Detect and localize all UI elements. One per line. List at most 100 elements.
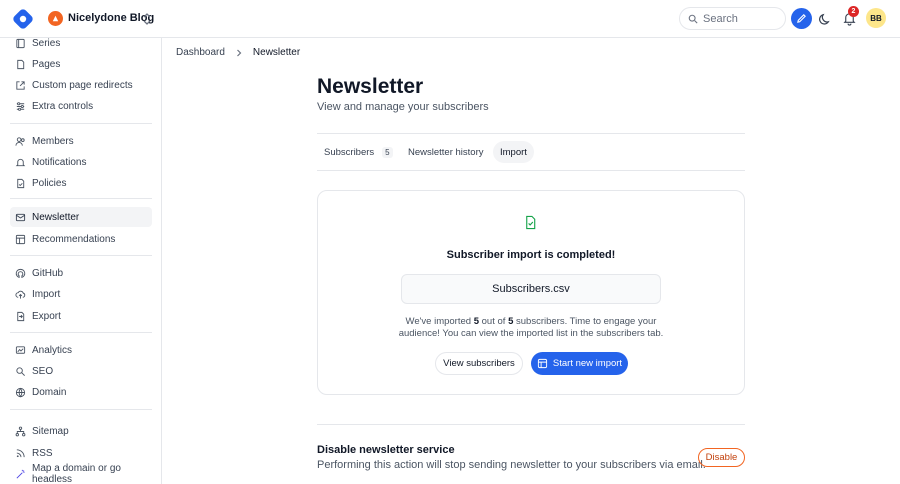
sidebar-item-custom-page-redirects[interactable]: Custom page redirects [10,75,152,95]
search-input[interactable]: Search [679,7,786,30]
page-subtitle: View and manage your subscribers [317,101,489,113]
sidebar-item-github[interactable]: GitHub [10,263,152,283]
sidebar: Series Pages Custom page redirects Extra… [0,38,162,484]
bell-icon [15,158,26,166]
chevron-up-down-icon[interactable] [141,12,153,26]
sidebar-item-label: Members [32,135,74,147]
book-icon [16,38,25,48]
tab-label: Subscribers [324,146,375,158]
imported-file-name: Subscribers.csv [401,274,661,304]
sidebar-item-policies[interactable]: Policies [10,173,152,193]
subscriber-count-badge: 5 [382,146,393,158]
tab-import[interactable]: Import [493,141,534,163]
mail-icon [15,213,26,221]
notification-badge: 2 [848,6,859,17]
sidebar-item-label: Pages [32,58,61,70]
sidebar-item-export[interactable]: Export [10,306,152,326]
search-icon [16,366,25,376]
sidebar-item-label: Notifications [32,156,87,168]
sidebar-divider [10,332,152,333]
sidebar-item-pages[interactable]: Pages [10,54,152,74]
sidebar-divider [10,409,152,410]
sidebar-item-label: RSS [32,447,53,459]
pen-icon [797,14,806,23]
divider [317,133,745,134]
sidebar-item-label: Domain [32,386,67,398]
start-new-import-button[interactable]: Start new import [531,352,628,375]
sidebar-item-label: Custom page redirects [32,79,133,91]
button-label: Start new import [552,358,623,369]
file-export-icon [17,311,25,321]
import-summary-part: We've imported [405,316,474,327]
moon-icon[interactable] [818,11,833,26]
sidebar-item-label: Export [32,310,61,322]
sidebar-item-label: Map a domain or go headless [32,463,121,484]
magic-wand-icon [16,469,25,478]
sidebar-item-map-domain-headless[interactable]: Map a domain or go headless [10,463,152,484]
avatar[interactable]: BB [866,8,886,28]
sidebar-divider [10,198,152,199]
rss-icon [16,448,25,457]
sidebar-item-members[interactable]: Members [10,131,152,151]
divider [317,170,745,171]
hashnode-logo-icon[interactable] [12,8,34,30]
sidebar-item-label: Recommendations [32,233,116,245]
disable-newsletter-description: Performing this action will stop sending… [317,459,706,471]
cloud-upload-icon [15,290,26,299]
tab-label: Import [500,146,527,158]
sidebar-item-label: SEO [32,365,54,377]
sidebar-divider [10,255,152,256]
view-subscribers-button[interactable]: View subscribers [435,352,523,375]
github-icon [15,268,26,278]
import-summary-part: subscribers. Time to engage your [513,316,657,327]
layout-icon [15,234,26,244]
import-status-title: Subscriber import is completed! [446,249,616,261]
sidebar-item-analytics[interactable]: Analytics [10,340,152,360]
breadcrumb: Dashboard Newsletter [176,47,300,58]
tab-subscribers[interactable]: Subscribers 5 [317,141,400,163]
sidebar-item-rss[interactable]: RSS [10,443,152,463]
sidebar-divider [10,123,152,124]
blog-logo-icon [48,11,63,26]
search-icon [688,14,698,24]
chart-icon [15,345,26,354]
users-icon [15,136,25,146]
sidebar-item-label: Series [32,37,61,49]
sidebar-item-import[interactable]: Import [10,284,152,304]
sidebar-item-seo[interactable]: SEO [10,361,152,381]
import-icon [537,358,547,369]
sidebar-item-domain[interactable]: Domain [10,382,152,402]
sidebar-item-label: Policies [32,177,67,189]
sidebar-item-label: Extra controls [32,100,94,112]
external-link-icon [16,80,25,90]
sliders-icon [16,101,25,111]
tab-newsletter-history[interactable]: Newsletter history [401,141,491,163]
sidebar-item-label: Import [32,288,61,300]
sidebar-item-sitemap[interactable]: Sitemap [10,421,152,441]
sidebar-item-label: GitHub [32,267,64,279]
search-placeholder: Search [703,12,738,25]
sitemap-icon [15,426,26,436]
sidebar-item-notifications[interactable]: Notifications [10,152,152,172]
sidebar-item-newsletter[interactable]: Newsletter [10,207,152,227]
page-title: Newsletter [317,75,424,98]
globe-icon [15,387,26,397]
write-post-button[interactable] [791,8,812,29]
document-check-icon [17,178,25,188]
divider [317,424,745,425]
file-check-icon [526,215,536,230]
tab-label: Newsletter history [408,146,484,158]
import-summary-text: We've imported 5 out of 5 subscribers. T… [317,316,745,340]
breadcrumb-current: Newsletter [252,47,301,58]
import-summary-part: out of [479,316,509,327]
disable-button[interactable]: Disable [698,448,745,467]
chevron-right-icon [236,49,242,56]
sidebar-item-label: Newsletter [32,211,80,223]
top-bar: Nicelydone Blog Search 2 BB [0,0,900,38]
sidebar-item-recommendations[interactable]: Recommendations [10,229,152,249]
sidebar-item-extra-controls[interactable]: Extra controls [10,96,152,116]
disable-newsletter-title: Disable newsletter service [317,444,455,456]
file-icon [17,59,25,69]
breadcrumb-dashboard[interactable]: Dashboard [176,47,225,58]
sidebar-item-label: Sitemap [32,425,69,437]
